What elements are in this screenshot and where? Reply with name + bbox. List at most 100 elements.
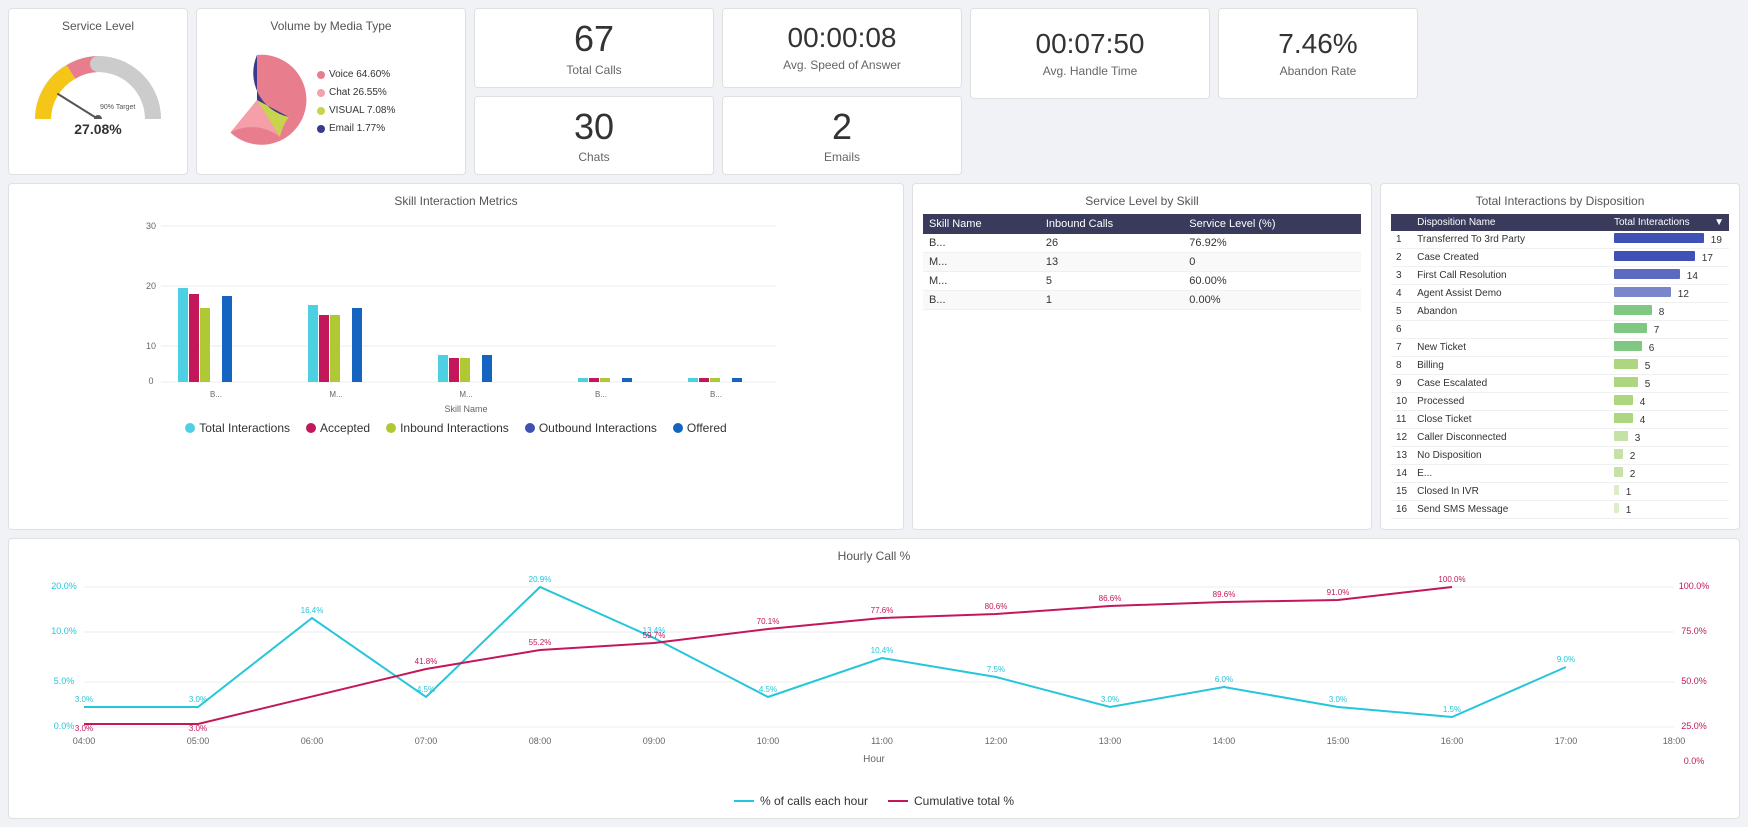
disposition-row: 1 Transferred To 3rd Party 19 [1391,231,1729,249]
disp-name-cell: No Disposition [1412,447,1609,465]
svg-text:3.0%: 3.0% [75,724,93,733]
avg-handle-card: 00:07:50 Avg. Handle Time [970,8,1210,99]
inbound-calls-cell: 13 [1040,253,1183,272]
svg-text:M...: M... [459,390,472,399]
disposition-row: 7 New Ticket 6 [1391,339,1729,357]
disp-rank-cell: 12 [1391,429,1412,447]
table-row: B... 26 76.92% [923,234,1361,253]
svg-text:89.6%: 89.6% [1213,590,1236,599]
svg-text:Skill Name: Skill Name [444,404,487,414]
disp-rank-cell: 13 [1391,447,1412,465]
svg-text:14:00: 14:00 [1213,736,1236,746]
emails-card: 2 Emails [722,96,962,176]
offered-label: Offered [687,421,727,435]
volume-title: Volume by Media Type [207,19,455,33]
sort-icon[interactable]: ▼ [1714,217,1724,228]
disposition-row: 3 First Call Resolution 14 [1391,267,1729,285]
svg-text:25.0%: 25.0% [1681,721,1707,731]
disp-rank-cell: 11 [1391,411,1412,429]
legend-visual: VISUAL 7.08% [317,102,395,120]
disp-bar [1614,377,1638,387]
disp-value: 3 [1635,433,1641,444]
svg-text:0.0%: 0.0% [54,721,75,731]
svg-text:08:00: 08:00 [529,736,552,746]
disposition-title: Total Interactions by Disposition [1391,194,1729,208]
offered-dot [673,423,683,433]
disp-value: 12 [1678,289,1689,300]
disposition-row: 15 Closed In IVR 1 [1391,483,1729,501]
skill-name-cell: M... [923,253,1040,272]
disp-bar [1614,449,1623,459]
hourly-chart-container: 20.0% 10.0% 5.0% 0.0% 100.0% 75.0% 50.0%… [19,569,1729,808]
disp-rank-cell: 3 [1391,267,1412,285]
disp-bar [1614,503,1619,513]
svg-text:20.9%: 20.9% [529,575,552,584]
disp-value-cell: 3 [1609,429,1729,447]
legend-outbound: Outbound Interactions [525,421,657,435]
service-level-cell: 0 [1183,253,1361,272]
pie-chart [207,50,307,153]
disp-name-cell: Closed In IVR [1412,483,1609,501]
legend-voice: Voice 64.60% [317,66,395,84]
hourly-legend: % of calls each hour Cumulative total % [19,794,1729,808]
disp-name-cell: Agent Assist Demo [1412,285,1609,303]
avg-speed-card: 00:00:08 Avg. Speed of Answer [722,8,962,88]
disp-value-cell: 8 [1609,303,1729,321]
legend-offered: Offered [673,421,727,435]
disp-value-cell: 1 [1609,501,1729,519]
total-calls-label: Total Calls [566,63,621,77]
disp-name-cell: Processed [1412,393,1609,411]
disp-bar [1614,233,1704,243]
chat-label: Chat 26.55% [329,84,387,102]
volume-by-media-card: Volume by Media Type [196,8,466,175]
table-row: M... 13 0 [923,253,1361,272]
skill-legend: Total Interactions Accepted Inbound Inte… [19,421,893,435]
svg-text:50.0%: 50.0% [1681,676,1707,686]
total-interactions-dot [185,423,195,433]
col-rank [1391,214,1412,231]
svg-text:0: 0 [148,376,153,386]
disposition-row: 10 Processed 4 [1391,393,1729,411]
disposition-row: 11 Close Ticket 4 [1391,411,1729,429]
disposition-row: 9 Case Escalated 5 [1391,375,1729,393]
svg-text:6.0%: 6.0% [1215,675,1233,684]
disposition-row: 6 7 [1391,321,1729,339]
disp-rank-cell: 10 [1391,393,1412,411]
svg-text:05:00: 05:00 [187,736,210,746]
svg-text:3.0%: 3.0% [75,695,93,704]
disp-value-cell: 2 [1609,465,1729,483]
cumulative-legend-label: Cumulative total % [914,794,1014,808]
disp-rank-cell: 2 [1391,249,1412,267]
col-total-interactions: Total Interactions ▼ [1609,214,1729,231]
svg-text:30: 30 [146,221,156,231]
legend-inbound: Inbound Interactions [386,421,509,435]
disposition-row: 4 Agent Assist Demo 12 [1391,285,1729,303]
disposition-table: Disposition Name Total Interactions ▼ 1 … [1391,214,1729,519]
disp-name-cell: E... [1412,465,1609,483]
svg-text:3.0%: 3.0% [189,695,207,704]
service-level-card: Service Level 0% 100% [8,8,188,175]
disposition-row: 12 Caller Disconnected 3 [1391,429,1729,447]
disp-value: 14 [1687,271,1698,282]
disposition-row: 8 Billing 5 [1391,357,1729,375]
disp-rank-cell: 6 [1391,321,1412,339]
disp-value: 2 [1630,469,1636,480]
hourly-legend-label: % of calls each hour [760,794,868,808]
disposition-row: 14 E... 2 [1391,465,1729,483]
svg-text:55.2%: 55.2% [529,638,552,647]
svg-text:100.0%: 100.0% [1679,581,1710,591]
disp-value: 6 [1649,343,1655,354]
svg-text:10.4%: 10.4% [871,646,894,655]
disp-value-cell: 7 [1609,321,1729,339]
avg-handle-value: 00:07:50 [1036,29,1145,60]
disp-bar [1614,485,1619,495]
chats-card: 30 Chats [474,96,714,176]
legend-accepted: Accepted [306,421,370,435]
disp-bar [1614,251,1695,261]
svg-text:4.5%: 4.5% [759,685,777,694]
svg-text:09:00: 09:00 [643,736,666,746]
hourly-call-title: Hourly Call % [19,549,1729,563]
total-interactions-label: Total Interactions [199,421,290,435]
disp-bar [1614,359,1638,369]
disp-value-cell: 5 [1609,375,1729,393]
